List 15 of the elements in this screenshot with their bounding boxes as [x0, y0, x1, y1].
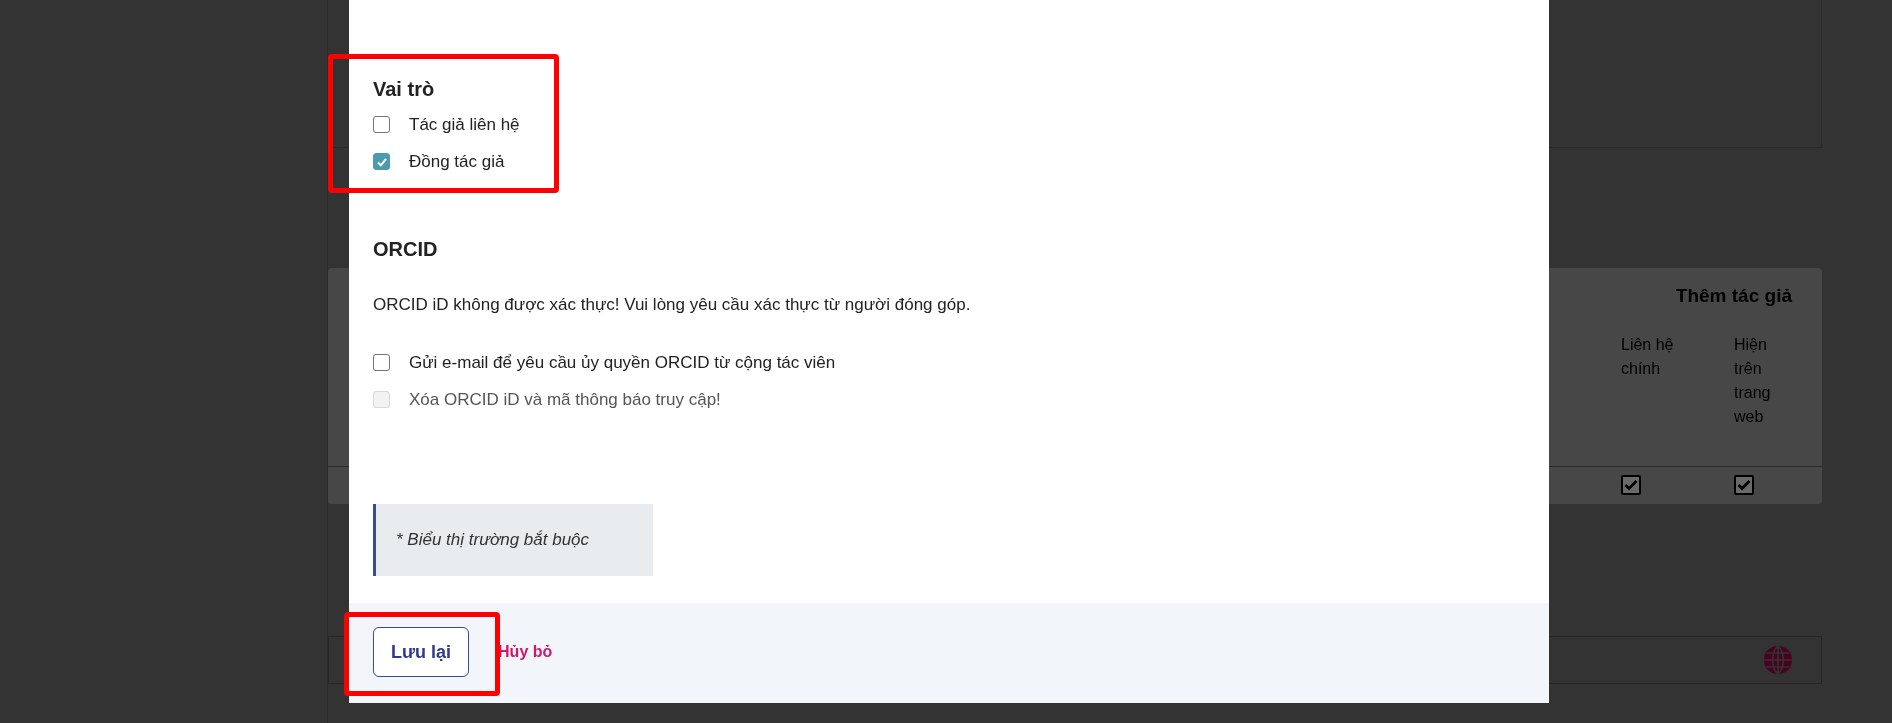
- checkbox-label[interactable]: Gửi e-mail để yêu cầu ủy quyền ORCID từ cộng tác viên: [409, 349, 836, 376]
- checkbox-label[interactable]: Tác giả liên hệ: [409, 111, 520, 138]
- checkbox[interactable]: [373, 116, 390, 133]
- checkbox[interactable]: [373, 153, 390, 170]
- panel-title: Thêm tác giả: [1675, 284, 1792, 308]
- checkbox[interactable]: [373, 354, 390, 371]
- globe-icon: [1763, 645, 1793, 675]
- section-title: Vai trò: [373, 77, 435, 102]
- section-title: ORCID: [373, 237, 438, 262]
- column-header: Hiện trên trang web: [1734, 334, 1772, 427]
- required-note: * Biểu thị trường bắt buộc: [396, 529, 590, 552]
- save-button[interactable]: Lưu lại: [373, 627, 470, 677]
- checkbox-label[interactable]: Đồng tác giả: [409, 148, 505, 175]
- orcid-message: ORCID iD không được xác thực! Vui lòng yêu cầu xác thực từ người đóng góp.: [373, 294, 971, 316]
- column-header: Liên hệ chính: [1621, 334, 1675, 379]
